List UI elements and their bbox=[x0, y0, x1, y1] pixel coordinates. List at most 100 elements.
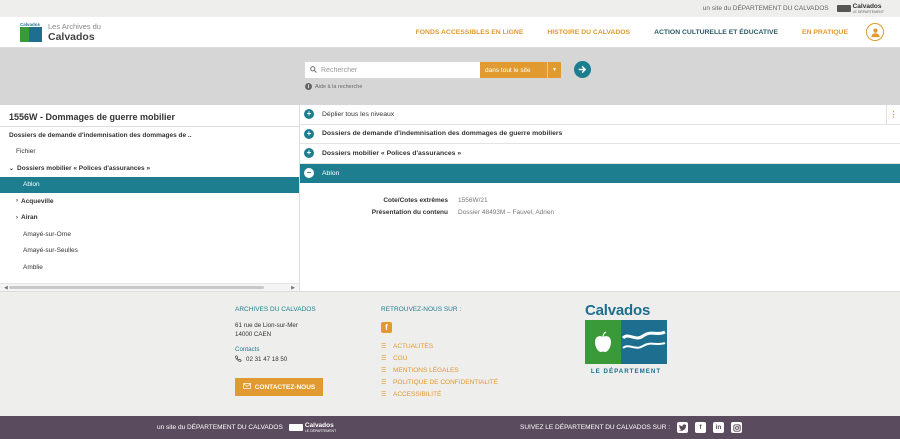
nav-fonds-en-ligne[interactable]: FONDS ACCESSIBLES EN LIGNE bbox=[404, 29, 536, 36]
top-strip: un site du DÉPARTEMENT DU CALVADOS Calva… bbox=[0, 0, 900, 17]
facebook-icon[interactable]: f bbox=[695, 422, 707, 433]
footer-archives-title: ARCHIVES DU CALVADOS bbox=[235, 306, 316, 313]
search-band: dans tout le site ▼ i Aide à la recherch… bbox=[0, 48, 900, 105]
main-content: 1556W - Dommages de guerre mobilier Doss… bbox=[0, 105, 900, 291]
contact-us-button[interactable]: CONTACTEZ-NOUS bbox=[235, 378, 323, 396]
big-logo-mark bbox=[585, 320, 667, 364]
tree-item[interactable]: Fichier bbox=[0, 144, 299, 161]
tree-horizontal-scrollbar[interactable]: ◀ ▶ bbox=[0, 283, 299, 291]
link-bullet-icon: ☰ bbox=[381, 355, 387, 362]
scroll-left-icon[interactable]: ◀ bbox=[4, 285, 8, 291]
footer-phone[interactable]: 02 31 47 18 50 bbox=[235, 355, 365, 364]
bottom-bar: un site du DÉPARTEMENT DU CALVADOS Calva… bbox=[0, 416, 900, 439]
detail-level-row[interactable]: + Dossiers mobilier « Polices d'assuranc… bbox=[300, 144, 900, 164]
footer-contacts-link[interactable]: Contacts bbox=[235, 346, 365, 353]
meta-value: Dossier 48493M – Fauvel, Adrien bbox=[458, 208, 555, 216]
user-account-icon[interactable] bbox=[866, 23, 884, 41]
tree-item[interactable]: › Acqueville bbox=[0, 193, 299, 210]
footer-link-cgu[interactable]: ☰ CGU bbox=[381, 352, 551, 364]
nav-action-culturelle[interactable]: ACTION CULTURELLE ET ÉDUCATIVE bbox=[642, 29, 790, 36]
department-logo-name: Calvados bbox=[852, 2, 882, 10]
bottom-bar-credit: un site du DÉPARTEMENT DU CALVADOS Calva… bbox=[157, 421, 337, 433]
instagram-icon[interactable] bbox=[731, 422, 743, 433]
search-icon bbox=[310, 65, 317, 75]
meta-row-presentation: Présentation du contenu Dossier 48493M –… bbox=[300, 206, 600, 218]
site-header: Calvados Les Archives du Calvados FONDS … bbox=[0, 17, 900, 48]
search-box bbox=[305, 62, 480, 78]
site-footer: ARCHIVES DU CALVADOS 61 rue de Lion-sur-… bbox=[0, 291, 900, 416]
department-logo-name: Calvados bbox=[304, 421, 334, 429]
chevron-down-icon: ⌄ bbox=[9, 165, 15, 172]
tree-item-active[interactable]: Ablon bbox=[0, 176, 299, 193]
search-help-text: Aide à la recherche bbox=[315, 83, 363, 90]
detail-panel: + Déplier tous les niveaux + Dossiers de… bbox=[300, 105, 900, 291]
department-mark-icon bbox=[836, 5, 851, 12]
department-logo-sub: LE DÉPARTEMENT bbox=[852, 9, 884, 14]
department-mark-icon bbox=[288, 424, 303, 431]
follow-text: SUIVEZ LE DÉPARTEMENT DU CALVADOS SUR : bbox=[520, 424, 671, 431]
plus-circle-icon: + bbox=[304, 109, 314, 120]
scrollbar-thumb[interactable] bbox=[9, 286, 264, 289]
facebook-icon[interactable]: f bbox=[381, 322, 392, 333]
contact-us-label: CONTACTEZ-NOUS bbox=[254, 383, 316, 391]
meta-key: Présentation du contenu bbox=[371, 208, 448, 216]
chevron-down-icon: ▼ bbox=[547, 62, 561, 78]
department-logo-small[interactable]: Calvados LE DÉPARTEMENT bbox=[836, 2, 884, 14]
logo-wave-block bbox=[29, 27, 42, 42]
tree-item[interactable]: Dossiers de demande d'indemnisation des … bbox=[0, 127, 299, 144]
arrow-right-icon bbox=[578, 66, 586, 73]
detail-level-row-active[interactable]: − Ablon bbox=[300, 163, 900, 183]
footer-link-confidentialite[interactable]: ☰ POLITIQUE DE CONFIDENTIALITÉ bbox=[381, 376, 551, 388]
detail-level-row[interactable]: + Dossiers de demande d'indemnisation de… bbox=[300, 125, 900, 144]
search-submit-button[interactable] bbox=[574, 61, 591, 78]
side-menu-handle[interactable]: ⋮ bbox=[886, 105, 900, 124]
search-input[interactable] bbox=[321, 66, 471, 74]
footer-link-actualites[interactable]: ☰ ACTUALITÉS bbox=[381, 340, 551, 352]
scroll-right-icon[interactable]: ▶ bbox=[291, 285, 295, 291]
link-bullet-icon: ☰ bbox=[381, 343, 387, 350]
link-bullet-icon: ☰ bbox=[381, 367, 387, 374]
expand-all-row[interactable]: + Déplier tous les niveaux bbox=[300, 105, 900, 125]
info-icon: i bbox=[305, 83, 312, 90]
department-logo-sub: LE DÉPARTEMENT bbox=[304, 428, 337, 433]
minus-circle-icon: − bbox=[304, 168, 314, 179]
nav-histoire[interactable]: HISTOIRE DU CALVADOS bbox=[535, 29, 642, 36]
footer-link-accessibilite[interactable]: ☰ ACCESSIBILITÉ bbox=[381, 388, 551, 400]
mail-icon bbox=[242, 383, 251, 391]
nav-en-pratique[interactable]: EN PRATIQUE bbox=[790, 29, 860, 36]
big-logo-name: Calvados bbox=[585, 302, 651, 319]
tree-item[interactable]: ⌄ Dossiers mobilier « Polices d'assurance… bbox=[0, 160, 299, 177]
record-metadata: Cote/Cotes extrêmes 1556W/21 Présentatio… bbox=[300, 194, 600, 218]
tree-item[interactable]: Amayé-sur-Seulles bbox=[0, 243, 299, 260]
plus-circle-icon: + bbox=[304, 148, 314, 159]
meta-value: 1556W/21 bbox=[458, 196, 488, 204]
tree-item[interactable]: › Airan bbox=[0, 210, 299, 227]
footer-contact-column: ARCHIVES DU CALVADOS 61 rue de Lion-sur-… bbox=[235, 306, 365, 364]
search-scope-select[interactable]: dans tout le site ▼ bbox=[480, 62, 561, 78]
apple-icon bbox=[585, 320, 621, 364]
phone-icon bbox=[235, 355, 242, 364]
footer-address-line1: 61 rue de Lion-sur-Mer bbox=[235, 322, 298, 329]
tree-list: Dossiers de demande d'indemnisation des … bbox=[0, 127, 299, 276]
department-logo-small-bottom[interactable]: Calvados LE DÉPARTEMENT bbox=[288, 421, 337, 433]
meta-row-cote: Cote/Cotes extrêmes 1556W/21 bbox=[300, 194, 600, 206]
archives-logo-text[interactable]: Les Archives du Calvados bbox=[48, 22, 101, 42]
tree-item[interactable]: Amblie bbox=[0, 259, 299, 276]
archives-logo-mark[interactable]: Calvados bbox=[20, 22, 42, 42]
search-help-link[interactable]: i Aide à la recherche bbox=[305, 83, 362, 90]
bottom-credit-text: un site du DÉPARTEMENT DU CALVADOS bbox=[157, 424, 283, 431]
twitter-icon[interactable] bbox=[677, 422, 689, 433]
wave-icon bbox=[621, 320, 667, 364]
tree-item[interactable]: Amayé-sur-Orne bbox=[0, 226, 299, 243]
bottom-bar-social: SUIVEZ LE DÉPARTEMENT DU CALVADOS SUR : … bbox=[520, 422, 743, 433]
logo-apple-block bbox=[20, 27, 29, 42]
main-nav: FONDS ACCESSIBLES EN LIGNE HISTOIRE DU C… bbox=[404, 17, 900, 47]
chevron-right-icon: › bbox=[16, 198, 18, 205]
logo-line2: Calvados bbox=[48, 31, 95, 43]
chevron-right-icon: › bbox=[16, 214, 18, 221]
link-bullet-icon: ☰ bbox=[381, 391, 387, 398]
linkedin-icon[interactable]: in bbox=[713, 422, 725, 433]
phone-number: 02 31 47 18 50 bbox=[246, 356, 288, 363]
footer-link-mentions[interactable]: ☰ MENTIONS LÉGALES bbox=[381, 364, 551, 376]
calvados-department-logo[interactable]: Calvados LE DÉPARTEMENT bbox=[585, 302, 667, 375]
